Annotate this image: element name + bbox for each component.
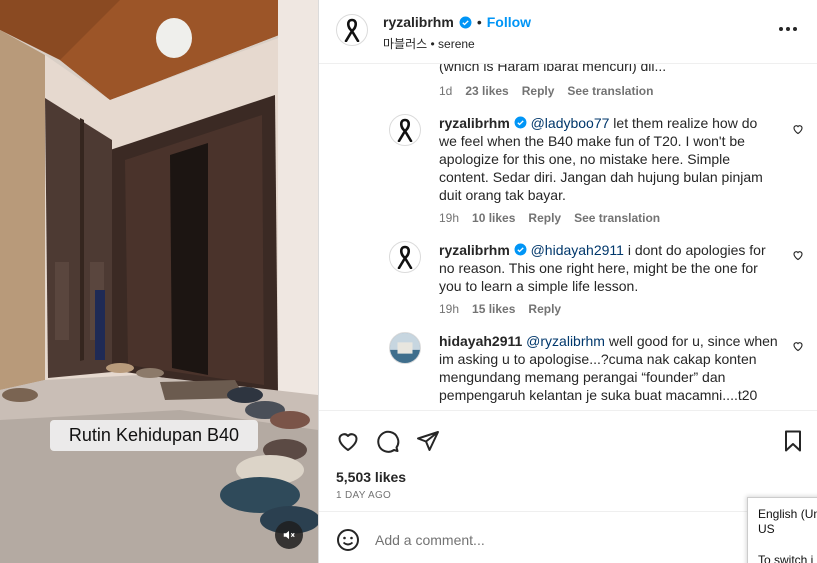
commenter-avatar[interactable]: [389, 114, 421, 146]
language-switch-hint: To switch i: [758, 553, 814, 563]
language-region: US: [758, 522, 775, 536]
language-popup[interactable]: English (Un US To switch i: [747, 497, 817, 563]
mute-button[interactable]: [275, 521, 303, 549]
see-translation-button[interactable]: See translation: [567, 84, 653, 98]
follow-button[interactable]: Follow: [487, 14, 531, 30]
comment-meta: 19h 15 likes Reply: [439, 302, 561, 316]
reply-button[interactable]: Reply: [528, 211, 561, 225]
likes-count[interactable]: 5,503 likes: [336, 469, 406, 485]
comment-likes[interactable]: 23 likes: [465, 84, 508, 98]
ribbon-logo-icon: [397, 118, 413, 142]
comment-age: 1d: [439, 84, 453, 98]
ribbon-logo-icon: [397, 245, 413, 269]
comment-age: 19h: [439, 211, 460, 225]
audio-subtitle[interactable]: 마블러스 • serene: [383, 35, 475, 52]
comment-age: 19h: [439, 302, 460, 316]
comment-mention[interactable]: @ryzalibrhm: [526, 333, 605, 349]
reply-button[interactable]: Reply: [522, 84, 555, 98]
comment-body: ryzalibrhm @hidayah2911 i dont do apolog…: [439, 241, 779, 295]
header-user-line: ryzalibrhm • Follow: [383, 14, 531, 30]
comment-body: ryzalibrhm @ladyboo77 let them realize h…: [439, 114, 779, 204]
author-avatar[interactable]: [336, 14, 368, 46]
comment-mention[interactable]: @ladyboo77: [531, 115, 610, 131]
commenter-avatar[interactable]: [389, 241, 421, 273]
comment-bubble-icon[interactable]: [376, 429, 400, 453]
comments-list[interactable]: (which is Haram ibarat mencuri) dll... 1…: [319, 64, 817, 410]
see-translation-button[interactable]: See translation: [574, 211, 660, 225]
more-dot-icon: [779, 27, 783, 31]
post-video[interactable]: Rutin Kehidupan B40: [0, 0, 318, 563]
like-comment-heart-icon[interactable]: [792, 249, 804, 261]
share-paper-plane-icon[interactable]: [416, 429, 440, 453]
like-heart-icon[interactable]: [336, 429, 360, 453]
header-separator: •: [476, 14, 482, 30]
post-actions: 5,503 likes 1 DAY AGO: [319, 410, 817, 510]
verified-badge-icon: [459, 16, 472, 28]
like-comment-heart-icon[interactable]: [792, 340, 804, 352]
comment-username[interactable]: ryzalibrhm: [439, 115, 510, 131]
verified-badge-icon: [514, 243, 527, 256]
commenter-avatar[interactable]: [389, 332, 421, 364]
post-date[interactable]: 1 DAY AGO: [336, 490, 391, 501]
previous-comment-tail: (which is Haram ibarat mencuri) dll...: [439, 64, 667, 74]
comment-mention[interactable]: @hidayah2911: [531, 242, 624, 258]
post-header: ryzalibrhm • Follow 마블러스 • serene: [319, 0, 817, 64]
video-frame-image: [0, 0, 318, 563]
comment-username[interactable]: hidayah2911: [439, 333, 522, 349]
ribbon-logo-icon: [344, 18, 360, 42]
comment-username[interactable]: ryzalibrhm: [439, 242, 510, 258]
previous-comment-meta: 1d 23 likes Reply See translation: [439, 84, 653, 98]
comment-likes[interactable]: 10 likes: [472, 211, 515, 225]
more-dot-icon: [793, 27, 797, 31]
add-comment-input[interactable]: Add a comment...: [375, 532, 485, 548]
like-comment-heart-icon[interactable]: [792, 123, 804, 135]
speaker-muted-icon: [283, 530, 295, 540]
more-dot-icon: [786, 27, 790, 31]
verified-badge-icon: [514, 116, 527, 129]
author-username[interactable]: ryzalibrhm: [383, 14, 454, 30]
profile-photo-icon: [390, 333, 420, 363]
save-bookmark-icon[interactable]: [781, 429, 805, 453]
reply-button[interactable]: Reply: [528, 302, 561, 316]
more-options-button[interactable]: [779, 22, 801, 36]
emoji-smiley-icon[interactable]: [336, 528, 360, 552]
comment-likes[interactable]: 15 likes: [472, 302, 515, 316]
add-comment-bar: Add a comment...: [319, 511, 817, 563]
post-panel: ryzalibrhm • Follow 마블러스 • serene (which…: [319, 0, 817, 563]
language-line: English (Un: [758, 507, 817, 521]
video-caption: Rutin Kehidupan B40: [50, 420, 258, 451]
comment-body: hidayah2911 @ryzalibrhm well good for u,…: [439, 332, 779, 404]
comment-meta: 19h 10 likes Reply See translation: [439, 211, 660, 225]
